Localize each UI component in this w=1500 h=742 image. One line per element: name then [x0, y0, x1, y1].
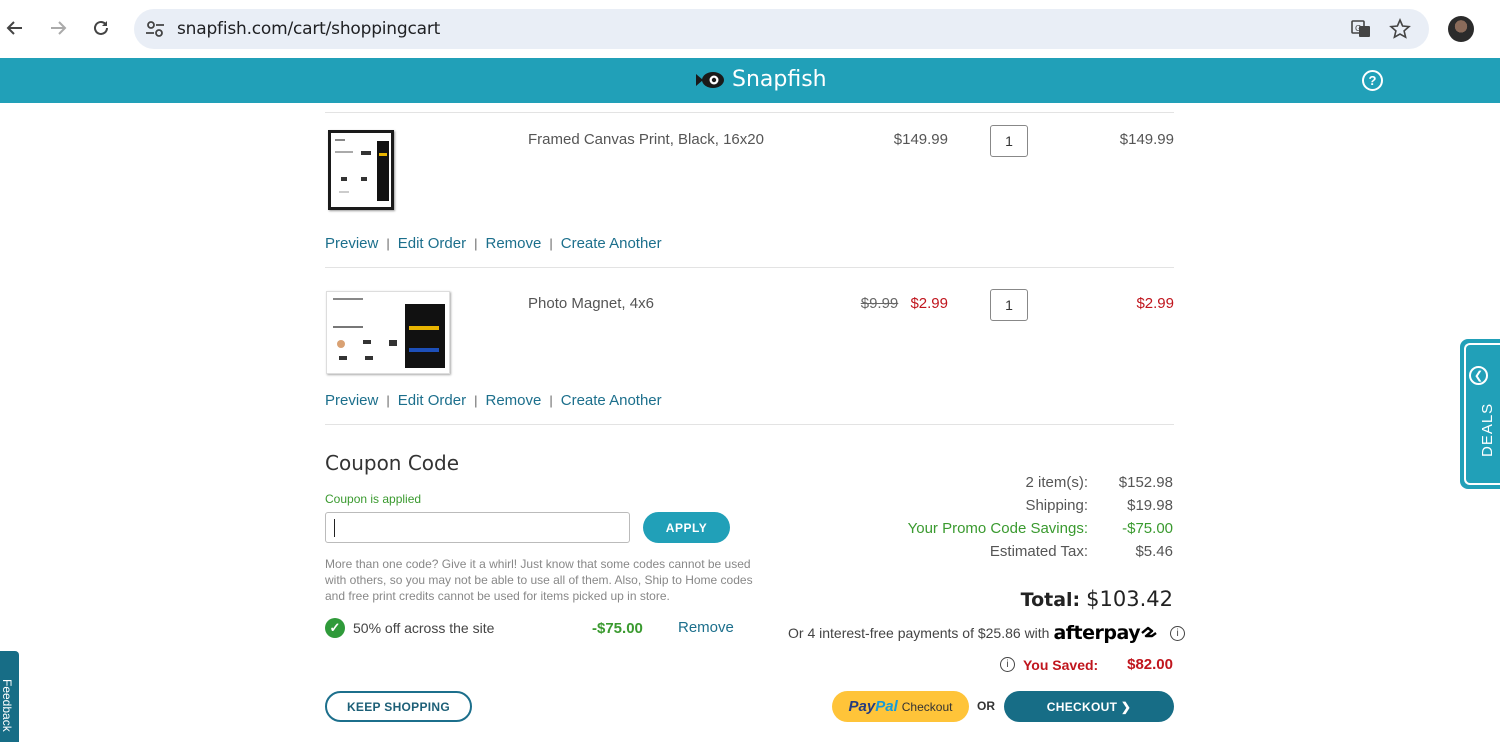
- item-actions: Preview | Edit Order | Remove | Create A…: [325, 235, 662, 252]
- summary-promo-savings: Your Promo Code Savings: -$75.00: [880, 520, 1173, 540]
- summary-label: Your Promo Code Savings:: [907, 520, 1088, 537]
- apply-button[interactable]: APPLY: [643, 512, 730, 543]
- snapfish-logo[interactable]: Snapfish: [694, 67, 827, 92]
- edit-order-link[interactable]: Edit Order: [398, 235, 466, 252]
- translate-icon[interactable]: G: [1350, 18, 1372, 40]
- original-price: $9.99: [860, 295, 899, 312]
- item-thumbnail[interactable]: [328, 130, 394, 210]
- info-icon[interactable]: i: [1170, 625, 1186, 641]
- afterpay-logo: afterpay: [1053, 622, 1160, 644]
- create-another-link[interactable]: Create Another: [561, 235, 662, 252]
- coupon-status: Coupon is applied: [325, 492, 422, 506]
- separator: |: [549, 236, 553, 251]
- summary-label: 2 item(s):: [1025, 474, 1088, 491]
- summary-value: $19.98: [1127, 497, 1173, 514]
- svg-text:G: G: [1355, 24, 1361, 33]
- divider: [325, 112, 1174, 113]
- saved-value: $82.00: [1127, 656, 1173, 673]
- total-value: $103.42: [1086, 587, 1173, 611]
- edit-order-link[interactable]: Edit Order: [398, 392, 466, 409]
- info-icon[interactable]: i: [1000, 657, 1015, 672]
- feedback-label: Feedback: [0, 679, 14, 732]
- fish-icon: [696, 71, 724, 88]
- item-name[interactable]: Framed Canvas Print, Black, 16x20: [528, 131, 764, 148]
- item-unit-price: $9.99 $2.99: [850, 295, 948, 312]
- item-actions: Preview | Edit Order | Remove | Create A…: [325, 392, 662, 409]
- applied-coupon-label: 50% off across the site: [353, 620, 495, 636]
- forward-icon[interactable]: [44, 14, 72, 42]
- summary-label: Estimated Tax:: [989, 543, 1088, 560]
- check-icon: ✓: [325, 618, 345, 638]
- paypal-logo: PayPal: [848, 698, 898, 715]
- divider: [325, 424, 1174, 425]
- item-unit-price: $149.99: [893, 131, 948, 148]
- afterpay-offer: Or 4 interest-free payments of $25.86 wi…: [788, 622, 1186, 644]
- back-icon[interactable]: [1, 14, 29, 42]
- profile-avatar[interactable]: [1448, 16, 1474, 42]
- afterpay-text: Or 4 interest-free payments of $25.86 wi…: [788, 625, 1050, 641]
- help-icon[interactable]: ?: [1362, 70, 1383, 91]
- separator: |: [386, 236, 390, 251]
- coupon-input[interactable]: [325, 512, 630, 543]
- summary-items: 2 item(s): $152.98: [880, 474, 1173, 494]
- coupon-title: Coupon Code: [325, 451, 460, 475]
- divider: [325, 267, 1174, 268]
- paypal-checkout-label: Checkout: [901, 699, 953, 714]
- remove-link[interactable]: Remove: [486, 235, 542, 252]
- coupon-note: More than one code? Give it a whirl! Jus…: [325, 557, 753, 603]
- checkout-button[interactable]: CHECKOUT ❯: [1004, 691, 1174, 722]
- chevron-left-icon: ❮: [1469, 366, 1488, 385]
- summary-value: $152.98: [1118, 474, 1173, 491]
- order-total: Total: $103.42: [960, 587, 1173, 611]
- deals-tab[interactable]: ❮ DEALS: [1460, 339, 1500, 489]
- create-another-link[interactable]: Create Another: [561, 392, 662, 409]
- sale-price: $2.99: [910, 295, 948, 312]
- keep-shopping-button[interactable]: KEEP SHOPPING: [325, 691, 472, 722]
- remove-link[interactable]: Remove: [486, 392, 542, 409]
- item-total: $149.99: [1119, 131, 1174, 148]
- item-thumbnail[interactable]: [326, 291, 450, 374]
- site-settings-icon[interactable]: [144, 18, 166, 40]
- summary-shipping: Shipping: $19.98: [880, 497, 1173, 517]
- separator: |: [549, 393, 553, 408]
- address-bar[interactable]: snapfish.com/cart/shoppingcart G: [134, 9, 1429, 49]
- quantity-input[interactable]: 1: [990, 289, 1028, 321]
- deals-label: DEALS: [1479, 402, 1496, 457]
- paypal-checkout-button[interactable]: PayPal Checkout: [832, 691, 969, 722]
- applied-coupon-amount: -$75.00: [592, 620, 643, 637]
- preview-link[interactable]: Preview: [325, 392, 378, 409]
- summary-tax: Estimated Tax: $5.46: [880, 543, 1173, 563]
- item-total: $2.99: [1136, 295, 1174, 312]
- saved-label: You Saved:: [1023, 657, 1099, 673]
- separator: |: [474, 393, 478, 408]
- text-caret: [334, 519, 335, 537]
- quantity-input[interactable]: 1: [990, 125, 1028, 157]
- summary-value: -$75.00: [1122, 520, 1173, 537]
- site-header: Snapfish ?: [0, 58, 1500, 103]
- reload-icon[interactable]: [87, 14, 115, 42]
- separator: |: [386, 393, 390, 408]
- url-text[interactable]: snapfish.com/cart/shoppingcart: [177, 19, 440, 39]
- bookmark-star-icon[interactable]: [1389, 18, 1411, 40]
- applied-coupon: ✓ 50% off across the site -$75.00 Remove: [325, 618, 735, 638]
- remove-coupon-link[interactable]: Remove: [678, 619, 734, 636]
- item-name[interactable]: Photo Magnet, 4x6: [528, 295, 654, 312]
- total-label: Total:: [1020, 589, 1081, 611]
- browser-toolbar: snapfish.com/cart/shoppingcart G: [0, 0, 1500, 58]
- separator: |: [474, 236, 478, 251]
- or-separator: OR: [977, 699, 995, 713]
- feedback-tab[interactable]: Feedback: [0, 651, 19, 742]
- summary-label: Shipping:: [1025, 497, 1088, 514]
- you-saved: i You Saved: $82.00: [1000, 656, 1173, 676]
- brand-name: Snapfish: [732, 67, 827, 92]
- summary-value: $5.46: [1135, 543, 1173, 560]
- preview-link[interactable]: Preview: [325, 235, 378, 252]
